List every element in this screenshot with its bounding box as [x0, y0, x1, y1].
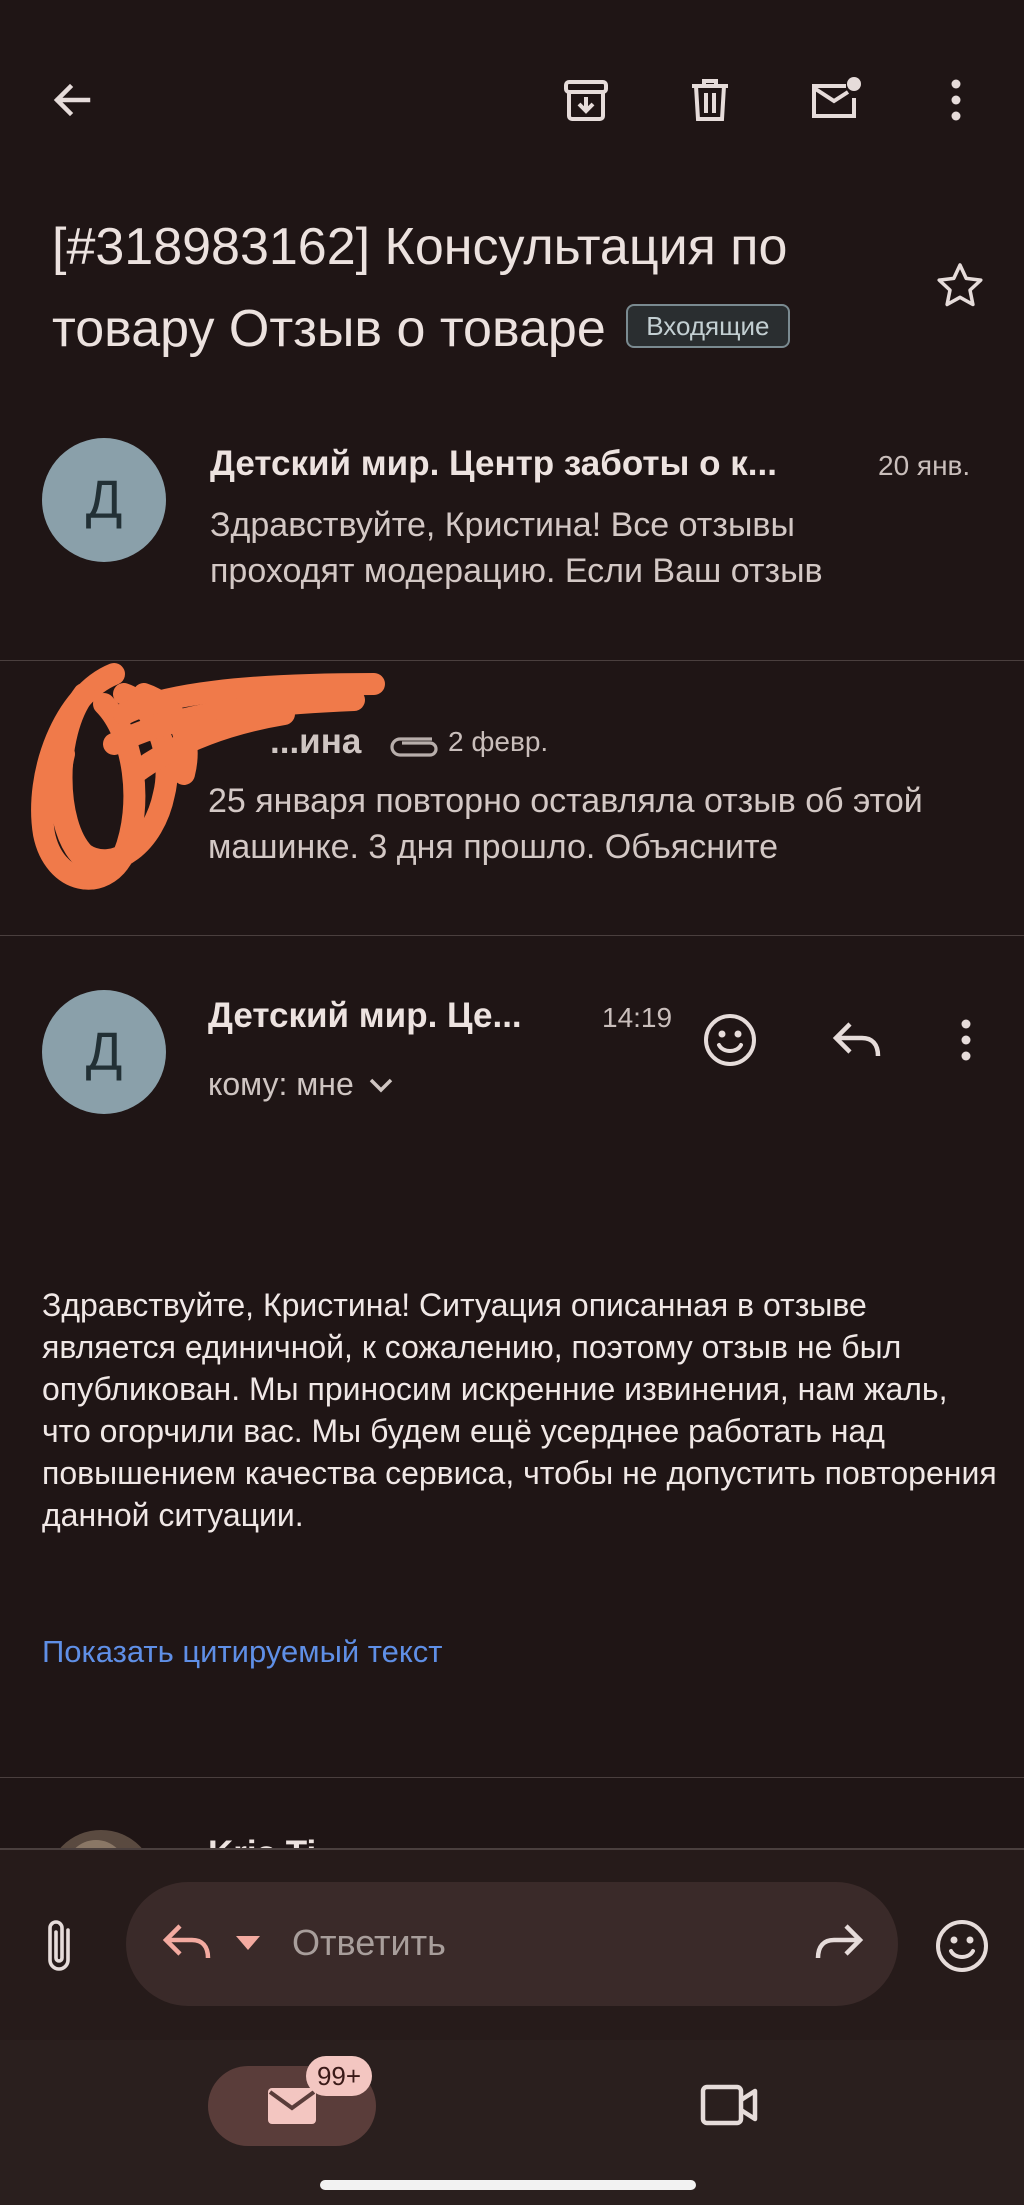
- reply-input-bar[interactable]: Ответить: [126, 1882, 898, 2006]
- star-icon[interactable]: [928, 254, 992, 318]
- compose-divider: [0, 1848, 1024, 1850]
- thread-subject: [#318983162] Консультация по товару Отзы…: [52, 206, 912, 370]
- mark-unread-icon[interactable]: [804, 68, 868, 132]
- redaction-scribble: [31, 663, 385, 890]
- show-quoted-text-link[interactable]: Показать цитируемый текст: [42, 1634, 443, 1670]
- home-gesture-bar[interactable]: [320, 2180, 696, 2190]
- mail-icon: [268, 2088, 316, 2124]
- divider: [0, 1777, 1024, 1778]
- message-body: Здравствуйте, Кристина! Ситуация описанн…: [42, 1287, 997, 1533]
- back-arrow-icon[interactable]: [40, 68, 104, 132]
- message-time: 14:19: [602, 1002, 673, 1033]
- divider: [0, 935, 1024, 936]
- sender-avatar: Д: [42, 438, 166, 562]
- inbox-label-badge[interactable]: Входящие: [626, 304, 790, 349]
- bottom-navigation: 99+: [0, 2040, 1024, 2205]
- message-snippet: Здравствуйте, Кристина! Все отзывы прохо…: [210, 506, 823, 590]
- trash-icon[interactable]: [678, 68, 742, 132]
- reply-placeholder[interactable]: Ответить: [292, 1922, 446, 1964]
- emoji-reaction-icon[interactable]: [698, 1008, 762, 1072]
- emoji-icon[interactable]: [930, 1914, 994, 1978]
- sender-name: Детский мир. Центр заботы о к...: [210, 444, 777, 483]
- mail-count-badge: 99+: [306, 2056, 372, 2096]
- recipients-toggle[interactable]: кому: мне: [208, 1066, 396, 1103]
- sender-name[interactable]: Детский мир. Це...: [208, 996, 522, 1036]
- reply-type-icon[interactable]: [160, 1918, 216, 1971]
- message-date: 2 февр.: [448, 726, 549, 757]
- reply-type-dropdown-icon[interactable]: [234, 1934, 262, 1957]
- more-vertical-icon[interactable]: [924, 68, 988, 132]
- message-more-icon[interactable]: [934, 1008, 998, 1072]
- sender-avatar: Д: [42, 990, 166, 1114]
- message-date: 20 янв.: [878, 450, 971, 481]
- forward-icon[interactable]: [810, 1918, 866, 1971]
- attach-file-icon[interactable]: [28, 1914, 92, 1978]
- recipients-text: кому: мне: [208, 1066, 354, 1102]
- chevron-down-icon: [366, 1066, 396, 1103]
- reply-icon[interactable]: [824, 1008, 888, 1072]
- meet-video-icon[interactable]: [700, 2082, 760, 2133]
- archive-icon[interactable]: [554, 68, 618, 132]
